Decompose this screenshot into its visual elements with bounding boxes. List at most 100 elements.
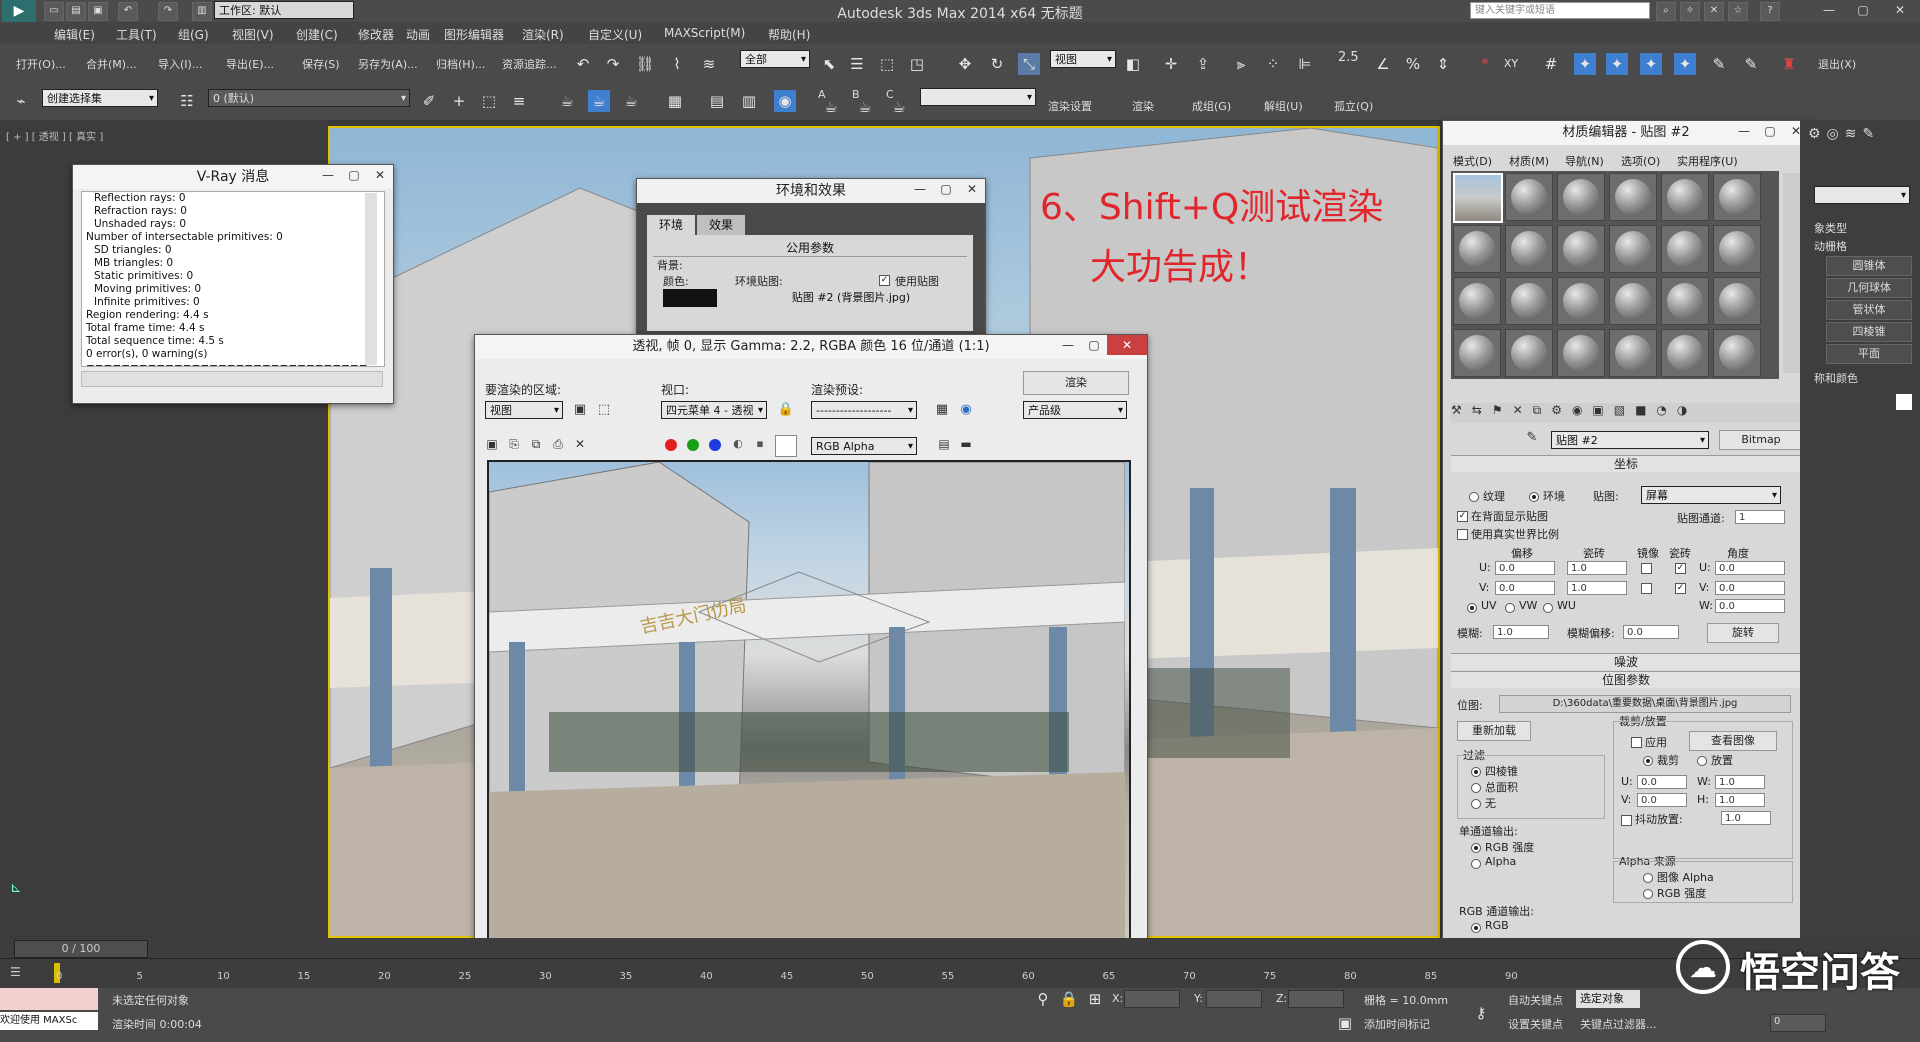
jitter-checkbox[interactable] (1621, 815, 1632, 826)
y-coord-field[interactable] (1206, 990, 1262, 1008)
sample-slot[interactable] (1609, 225, 1657, 273)
move-icon[interactable]: ✥ (954, 53, 976, 75)
background-color-swatch[interactable] (663, 289, 717, 307)
crop-w-field[interactable]: 1.0 (1715, 775, 1765, 789)
crop-v-field[interactable]: 0.0 (1637, 793, 1687, 807)
print-icon[interactable]: ⎙ (547, 433, 569, 455)
angle-snap-icon[interactable]: ∠ (1372, 53, 1394, 75)
reference-coord-dropdown[interactable]: 视图 (1050, 50, 1116, 69)
environ-radio[interactable] (1529, 492, 1539, 502)
common-params-header[interactable]: 公用参数 (653, 239, 967, 257)
apply-checkbox[interactable] (1631, 737, 1642, 748)
help-icon[interactable]: ? (1760, 2, 1780, 21)
u-offset-field[interactable]: 0.0 (1495, 561, 1555, 575)
toggle-overlay-icon[interactable]: ▬ (955, 433, 977, 455)
sample-slot[interactable] (1609, 277, 1657, 325)
sample-slot[interactable] (1713, 225, 1761, 273)
array-icon[interactable]: ⁘ (1262, 53, 1284, 75)
name-color-rollout[interactable]: 称和颜色 (1814, 370, 1858, 386)
maxscript-listener[interactable] (0, 988, 98, 1010)
trackbar-menu-icon[interactable]: ☰ (10, 965, 30, 983)
sample-slot[interactable] (1453, 225, 1501, 273)
uv-radio[interactable] (1467, 603, 1477, 613)
save-image-icon[interactable]: ▣ (481, 433, 503, 455)
sample-slot[interactable] (1453, 329, 1501, 377)
v-tiling-field[interactable]: 1.0 (1567, 581, 1627, 595)
alpha-rgb-radio[interactable] (1643, 889, 1653, 899)
sample-slot[interactable] (1609, 173, 1657, 221)
object-color-swatch[interactable] (1896, 394, 1912, 410)
rotate-icon[interactable]: ↻ (986, 53, 1008, 75)
search-input[interactable]: 键入关键字或短语 (1470, 2, 1650, 19)
env-map-button[interactable]: 贴图 #2 (背景图片.jpg) (735, 289, 967, 307)
mono-icon[interactable]: ▪ (749, 433, 771, 455)
maxscript-welcome[interactable]: 欢迎使用 MAXSc (0, 1012, 98, 1030)
texture-radio[interactable] (1469, 492, 1479, 502)
selection-filter-dropdown[interactable]: 全部 (740, 50, 810, 69)
maximize-button[interactable]: ▢ (1846, 0, 1880, 20)
open-button[interactable]: 打开(O)... (16, 56, 66, 72)
add-time-tag-icon[interactable]: ▣ (1334, 1012, 1356, 1034)
render-button[interactable]: 渲染 (1023, 371, 1129, 395)
schematic-icon[interactable]: ♜ (1778, 53, 1800, 75)
menu-help[interactable]: 帮助(H) (768, 26, 810, 43)
current-frame-field[interactable]: 0 (1770, 1014, 1826, 1032)
use-map-checkbox[interactable]: ✓ (879, 275, 890, 286)
view-image-button[interactable]: 查看图像 (1689, 731, 1777, 751)
sample-slot[interactable] (1661, 277, 1709, 325)
reload-button[interactable]: 重新加载 (1457, 721, 1531, 741)
filter-summed-radio[interactable] (1471, 783, 1481, 793)
unlink-icon[interactable]: ⌇ (666, 53, 688, 75)
viewport-label[interactable]: [ + ] [ 透视 ] [ 真实 ] (6, 128, 103, 143)
crop-h-field[interactable]: 1.0 (1715, 793, 1765, 807)
filter-pyramidal-radio[interactable] (1471, 767, 1481, 777)
map-name-field[interactable]: 贴图 #2 (1551, 431, 1709, 450)
sample-slot[interactable] (1713, 173, 1761, 221)
rotate-button[interactable]: 旋转 (1707, 623, 1779, 643)
pen-b-icon[interactable]: ✎ (1740, 53, 1762, 75)
rendered-image[interactable]: 吉吉大门仂局 (487, 460, 1131, 944)
add-time-tag[interactable]: 添加时间标记 (1364, 1016, 1430, 1032)
bind-spacewarp-icon[interactable]: ≋ (698, 53, 720, 75)
object-type-rollout[interactable]: 象类型 (1814, 220, 1847, 236)
crop-radio[interactable] (1643, 756, 1653, 766)
mono-alpha-radio[interactable] (1471, 859, 1481, 869)
render-preset-dropdown[interactable] (920, 88, 1036, 107)
time-slider-thumb[interactable]: 0 / 100 (14, 940, 148, 958)
menu-rendering[interactable]: 渲染(R) (522, 26, 564, 43)
vray-close-button[interactable]: ✕ (367, 165, 393, 185)
real-world-checkbox[interactable] (1457, 529, 1468, 540)
mat-menu-navigation[interactable]: 导航(N) (1565, 153, 1604, 169)
viewport-dropdown[interactable]: 四元菜单 4 - 透视 (661, 401, 767, 420)
vray-log[interactable]: Reflection rays: 0 Refraction rays: 0 Un… (81, 191, 385, 367)
redo-icon[interactable]: ↷ (602, 53, 624, 75)
auto-region-icon[interactable]: ⬚ (593, 399, 615, 421)
select-object-icon[interactable]: ⬉ (818, 53, 840, 75)
grid-icon[interactable]: # (1540, 53, 1562, 75)
eyedropper-icon[interactable]: ✎ (1521, 427, 1543, 449)
snap-a-icon[interactable]: ✦ (1574, 53, 1596, 75)
render-setup-icon[interactable]: ▥ (738, 90, 760, 112)
layer-manager-icon[interactable]: ☷ (176, 90, 198, 112)
render-button[interactable]: 渲染 (1132, 98, 1154, 114)
add-layer-icon[interactable]: + (448, 90, 470, 112)
menu-maxscript[interactable]: MAXScript(M) (664, 26, 745, 40)
snap-toggle[interactable]: 2.5 (1338, 50, 1359, 65)
favorites-icon[interactable]: ☆ (1728, 2, 1748, 21)
select-by-name-icon[interactable]: ☰ (846, 53, 868, 75)
render-setup-icon[interactable]: ▦ (931, 399, 953, 421)
named-selection-dropdown[interactable]: 创建选择集 (42, 89, 158, 108)
isolate-button[interactable]: 孤立(Q) (1334, 98, 1373, 114)
teapot-a-icon[interactable]: ☕ (556, 90, 578, 112)
minimize-button[interactable]: — (1812, 0, 1846, 20)
sample-slot[interactable] (1557, 173, 1605, 221)
menu-customize[interactable]: 自定义(U) (588, 26, 642, 43)
layer-dropdown[interactable]: 0 (默认) (208, 89, 410, 108)
render-frame-icon[interactable]: ▤ (706, 90, 728, 112)
mat-minimize-button[interactable]: — (1731, 121, 1757, 141)
align-icon[interactable]: ⊫ (1294, 53, 1316, 75)
sample-slot[interactable] (1557, 225, 1605, 273)
menu-create[interactable]: 创建(C) (296, 26, 338, 43)
toggle-ui-icon[interactable]: ▤ (933, 433, 955, 455)
select-manipulate-icon[interactable]: ✛ (1160, 53, 1182, 75)
